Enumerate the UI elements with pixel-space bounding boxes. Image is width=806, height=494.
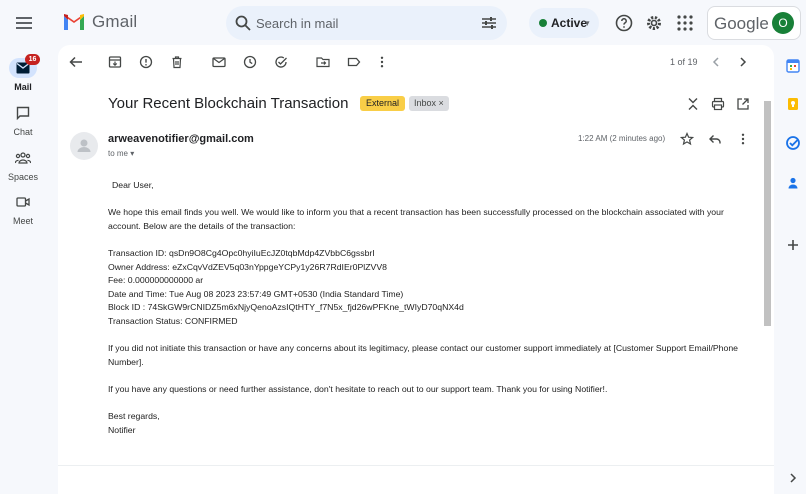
unread-count-badge: 16 <box>25 54 40 65</box>
body-fee: Fee: 0.000000000000 ar <box>108 275 204 286</box>
search-icon[interactable] <box>234 14 252 32</box>
sender-email[interactable]: arweavenotifier@gmail.com <box>108 133 254 145</box>
body-transaction-status: Transaction Status: CONFIRMED <box>108 315 238 326</box>
snooze-clock-icon[interactable] <box>243 55 257 69</box>
gmail-logo-icon[interactable] <box>62 12 86 32</box>
keep-notes-icon[interactable] <box>786 97 800 111</box>
google-brand: Google <box>714 14 769 33</box>
recipient-details-toggle[interactable]: to me ▾ <box>108 149 134 158</box>
chevron-right-icon[interactable] <box>786 471 800 485</box>
nav-label-chat[interactable]: Chat <box>0 127 46 137</box>
video-camera-icon[interactable] <box>16 196 30 208</box>
spaces-icon[interactable] <box>15 152 31 164</box>
calendar-icon[interactable] <box>786 59 800 73</box>
contacts-icon[interactable] <box>786 176 800 190</box>
chat-icon[interactable] <box>16 106 30 120</box>
search-options-icon[interactable] <box>480 14 498 32</box>
tasks-icon[interactable] <box>786 136 800 150</box>
help-icon[interactable] <box>614 13 634 33</box>
nav-label-spaces[interactable]: Spaces <box>0 172 46 182</box>
email-subject: Your Recent Blockchain Transaction <box>108 95 349 112</box>
star-icon[interactable] <box>680 132 694 146</box>
body-owner-address: Owner Address: eZxCqvVdZEV5q03nYppgeYCPy… <box>108 261 387 272</box>
nav-label-meet[interactable]: Meet <box>0 216 46 226</box>
newer-chevron-left-icon[interactable] <box>709 55 723 69</box>
body-assistance: If you have any questions or need furthe… <box>108 383 608 394</box>
message-more-options-icon[interactable] <box>736 132 750 146</box>
settings-gear-icon[interactable] <box>644 13 664 33</box>
add-plus-icon[interactable] <box>786 238 800 252</box>
body-block-id: Block ID : 74SkGW9rCNIDZ5m6xNjyQenoAzsIQ… <box>108 302 464 313</box>
account-switcher[interactable]: Google O <box>707 6 801 40</box>
body-signoff: Best regards, <box>108 411 160 422</box>
scrollbar-thumb[interactable] <box>764 101 771 326</box>
back-arrow-icon[interactable] <box>69 55 83 69</box>
more-options-icon[interactable] <box>375 55 389 69</box>
avatar[interactable]: O <box>772 12 794 34</box>
pagination-count: 1 of 19 <box>670 57 698 67</box>
archive-icon[interactable] <box>108 55 122 69</box>
body-signature: Notifier <box>108 424 136 435</box>
mark-unread-icon[interactable] <box>212 55 226 69</box>
body-transaction-id: Transaction ID: qsDn9O8Cg4Opc0hyiIuEcJZ0… <box>108 247 375 258</box>
delete-trash-icon[interactable] <box>170 55 184 69</box>
status-dot <box>539 19 547 27</box>
main-menu-icon[interactable] <box>12 11 36 35</box>
email-body: Dear User, We hope this email finds you … <box>108 179 748 437</box>
reply-arrow-icon[interactable] <box>708 132 722 146</box>
body-date-time: Date and Time: Tue Aug 08 2023 23:57:49 … <box>108 288 404 299</box>
body-concerns: If you did not initiate this transaction… <box>108 343 738 367</box>
external-label-badge: External <box>360 96 406 111</box>
label-tag-icon[interactable] <box>347 55 361 69</box>
nav-label-mail[interactable]: Mail <box>0 82 46 92</box>
app-name[interactable]: Gmail <box>92 12 137 32</box>
status-label: Active <box>551 16 588 30</box>
sender-avatar[interactable] <box>70 132 98 160</box>
older-chevron-right-icon[interactable] <box>736 55 750 69</box>
chevron-down-icon: ▾ <box>585 18 590 28</box>
open-in-new-window-icon[interactable] <box>736 97 750 111</box>
search-input[interactable] <box>256 14 466 32</box>
body-greeting: Dear User, <box>112 180 154 190</box>
next-message-peek[interactable] <box>58 465 774 494</box>
move-to-folder-icon[interactable] <box>316 55 330 69</box>
sent-timestamp: 1:22 AM (2 minutes ago) <box>578 134 666 143</box>
side-panel <box>780 45 806 494</box>
print-icon[interactable] <box>711 97 725 111</box>
add-to-tasks-icon[interactable] <box>274 55 288 69</box>
body-intro: We hope this email finds you well. We wo… <box>108 207 724 231</box>
report-spam-icon[interactable] <box>139 55 153 69</box>
email-view: 1 of 19 Your Recent Blockchain Transacti… <box>58 45 774 494</box>
google-apps-icon[interactable] <box>676 14 694 32</box>
top-bar: Gmail Active ▾ Google O <box>0 0 806 46</box>
status-selector[interactable]: Active ▾ <box>529 8 599 38</box>
search-bar[interactable] <box>226 6 507 40</box>
collapse-all-icon[interactable] <box>686 97 700 111</box>
inbox-label-chip[interactable]: Inbox × <box>409 96 449 111</box>
